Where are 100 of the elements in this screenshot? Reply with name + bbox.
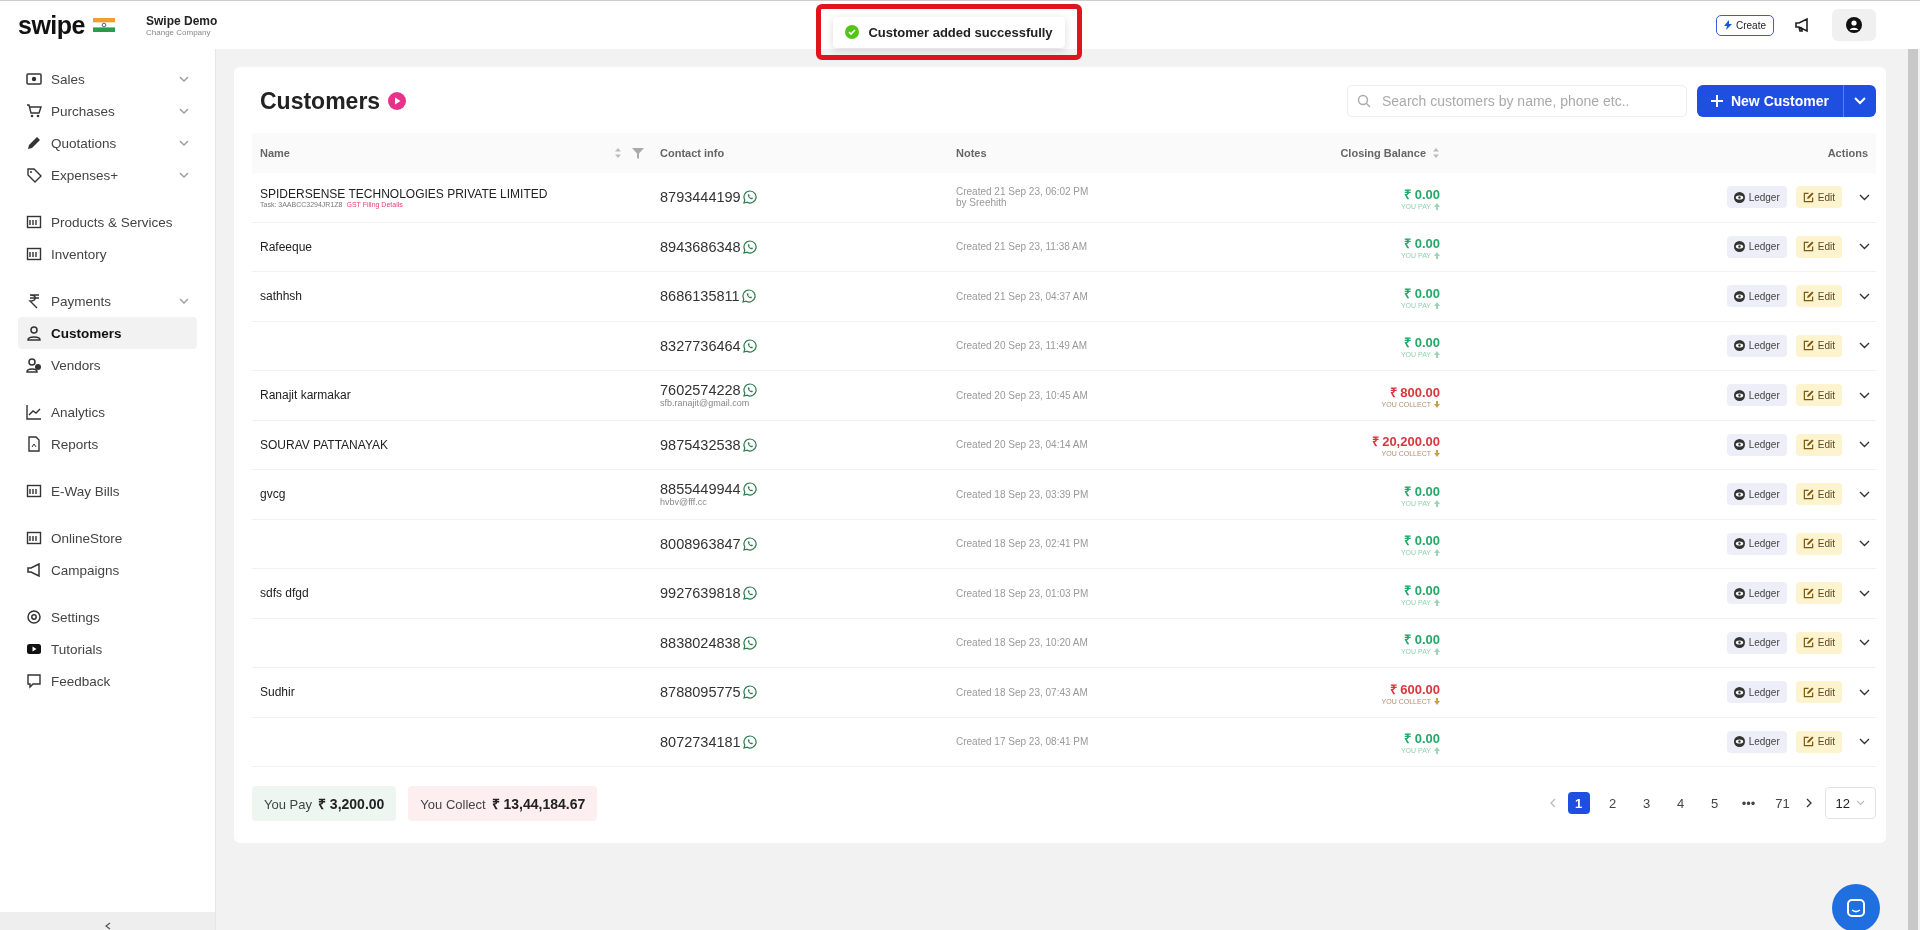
search-field[interactable]: Search customers by name, phone etc..: [1346, 85, 1687, 117]
sidebar-item[interactable]: Customers: [18, 317, 197, 349]
chevron-down-icon[interactable]: [1859, 540, 1870, 548]
page-link[interactable]: 2: [1601, 792, 1624, 814]
sidebar-item[interactable]: Settings: [18, 601, 197, 633]
ledger-button[interactable]: Ledger: [1726, 631, 1787, 654]
eye-icon: [1733, 290, 1745, 302]
sidebar-item[interactable]: Quotations: [18, 127, 197, 159]
whatsapp-icon[interactable]: [742, 734, 757, 749]
sidebar-item[interactable]: Sales: [18, 63, 197, 95]
ledger-button[interactable]: Ledger: [1726, 235, 1787, 258]
edit-button[interactable]: Edit: [1795, 334, 1842, 357]
chevron-down-icon[interactable]: [1859, 292, 1870, 300]
whatsapp-icon[interactable]: [742, 586, 757, 601]
page-link[interactable]: 71: [1771, 792, 1794, 814]
chevron-down-icon[interactable]: [1859, 391, 1870, 399]
sidebar-item[interactable]: Expenses+: [18, 159, 197, 191]
whatsapp-icon[interactable]: [742, 190, 757, 205]
edit-button[interactable]: Edit: [1795, 384, 1842, 407]
sidebar-item[interactable]: Reports: [18, 428, 197, 460]
eye-icon: [1733, 191, 1745, 203]
edit-button[interactable]: Edit: [1795, 532, 1842, 555]
chevron-down-icon[interactable]: [1859, 738, 1870, 746]
sidebar-item[interactable]: E-Way Bills: [18, 475, 197, 507]
edit-button[interactable]: Edit: [1795, 285, 1842, 308]
page-link[interactable]: 3: [1635, 792, 1658, 814]
page-link[interactable]: 4: [1669, 792, 1692, 814]
sidebar-item[interactable]: Campaigns: [18, 554, 197, 586]
play-video-icon[interactable]: [388, 92, 407, 110]
chevron-down-icon[interactable]: [1859, 589, 1870, 597]
arrow-up-icon: [1434, 301, 1440, 309]
edit-icon: [1802, 389, 1814, 401]
ledger-button[interactable]: Ledger: [1726, 582, 1787, 605]
scrollbar[interactable]: [1908, 49, 1918, 930]
change-company-link[interactable]: Change Company: [146, 27, 218, 37]
edit-button[interactable]: Edit: [1795, 433, 1842, 456]
chevron-down-icon[interactable]: [1859, 193, 1870, 201]
ledger-button[interactable]: Ledger: [1726, 483, 1787, 506]
ledger-button[interactable]: Ledger: [1726, 285, 1787, 308]
page-link[interactable]: •••: [1737, 792, 1760, 814]
whatsapp-icon[interactable]: [742, 383, 757, 398]
page-link[interactable]: 1: [1567, 792, 1590, 814]
chevron-down-icon[interactable]: [1859, 441, 1870, 449]
edit-icon: [1802, 637, 1814, 649]
whatsapp-icon[interactable]: [742, 536, 757, 551]
chevron-down-icon[interactable]: [1859, 342, 1870, 350]
sidebar-item[interactable]: Analytics: [18, 396, 197, 428]
whatsapp-icon[interactable]: [741, 289, 756, 304]
ledger-button[interactable]: Ledger: [1726, 186, 1787, 209]
ledger-button[interactable]: Ledger: [1726, 433, 1787, 456]
sidebar-item[interactable]: Purchases: [18, 95, 197, 127]
user-account-button[interactable]: [1832, 9, 1876, 41]
company-name[interactable]: Swipe Demo: [146, 13, 218, 28]
edit-button[interactable]: Edit: [1795, 483, 1842, 506]
sidebar-item[interactable]: Inventory: [18, 238, 197, 270]
whatsapp-icon[interactable]: [742, 635, 757, 650]
edit-icon: [1802, 587, 1814, 599]
chat-button[interactable]: [1832, 884, 1880, 930]
column-header[interactable]: Name: [260, 147, 290, 159]
new-customer-button[interactable]: New Customer: [1696, 85, 1844, 117]
chevron-down-icon[interactable]: [1859, 243, 1870, 251]
whatsapp-icon[interactable]: [742, 482, 757, 497]
sidebar-item[interactable]: Payments: [18, 285, 197, 317]
created-note: Created 18 Sep 23, 07:43 AM: [956, 686, 1089, 698]
chevron-down-icon[interactable]: [1859, 639, 1870, 647]
chevron-down-icon[interactable]: [1859, 688, 1870, 696]
ledger-button[interactable]: Ledger: [1726, 334, 1787, 357]
eye-icon: [1733, 439, 1745, 451]
sidebar-item[interactable]: OnlineStore: [18, 522, 197, 554]
edit-icon: [1802, 191, 1814, 203]
edit-button[interactable]: Edit: [1795, 235, 1842, 258]
edit-button[interactable]: Edit: [1795, 730, 1842, 753]
edit-button[interactable]: Edit: [1795, 681, 1842, 704]
chevron-down-icon[interactable]: [1859, 490, 1870, 498]
edit-button[interactable]: Edit: [1795, 186, 1842, 209]
caret-icon: [1854, 97, 1866, 105]
ledger-button[interactable]: Ledger: [1726, 384, 1787, 407]
column-header[interactable]: Closing Balance: [1340, 147, 1426, 159]
edit-button[interactable]: Edit: [1795, 631, 1842, 654]
sidebar-item[interactable]: Vendors: [18, 349, 197, 381]
dropdown-button[interactable]: [1844, 85, 1876, 117]
ledger-button[interactable]: Ledger: [1726, 681, 1787, 704]
whatsapp-icon[interactable]: [742, 437, 757, 452]
ledger-button[interactable]: Ledger: [1726, 532, 1787, 555]
whatsapp-icon[interactable]: [742, 338, 757, 353]
column-header: Actions: [1827, 147, 1868, 159]
edit-button[interactable]: Edit: [1795, 582, 1842, 605]
create-button[interactable]: Create: [1716, 14, 1774, 36]
logo[interactable]: swipe: [18, 10, 85, 40]
sidebar-item[interactable]: Products & Services: [18, 206, 197, 238]
sidebar-item[interactable]: Tutorials: [18, 633, 197, 665]
eye-icon: [1733, 637, 1745, 649]
whatsapp-icon[interactable]: [742, 239, 757, 254]
sidebar-item[interactable]: Feedback: [18, 665, 197, 697]
whatsapp-icon[interactable]: [742, 685, 757, 700]
page-link[interactable]: 5: [1703, 792, 1726, 814]
arrow-up-icon: [1434, 747, 1440, 755]
next-page-icon[interactable]: [1805, 798, 1813, 808]
page-size-select[interactable]: 12: [1824, 787, 1876, 819]
ledger-button[interactable]: Ledger: [1726, 730, 1787, 753]
